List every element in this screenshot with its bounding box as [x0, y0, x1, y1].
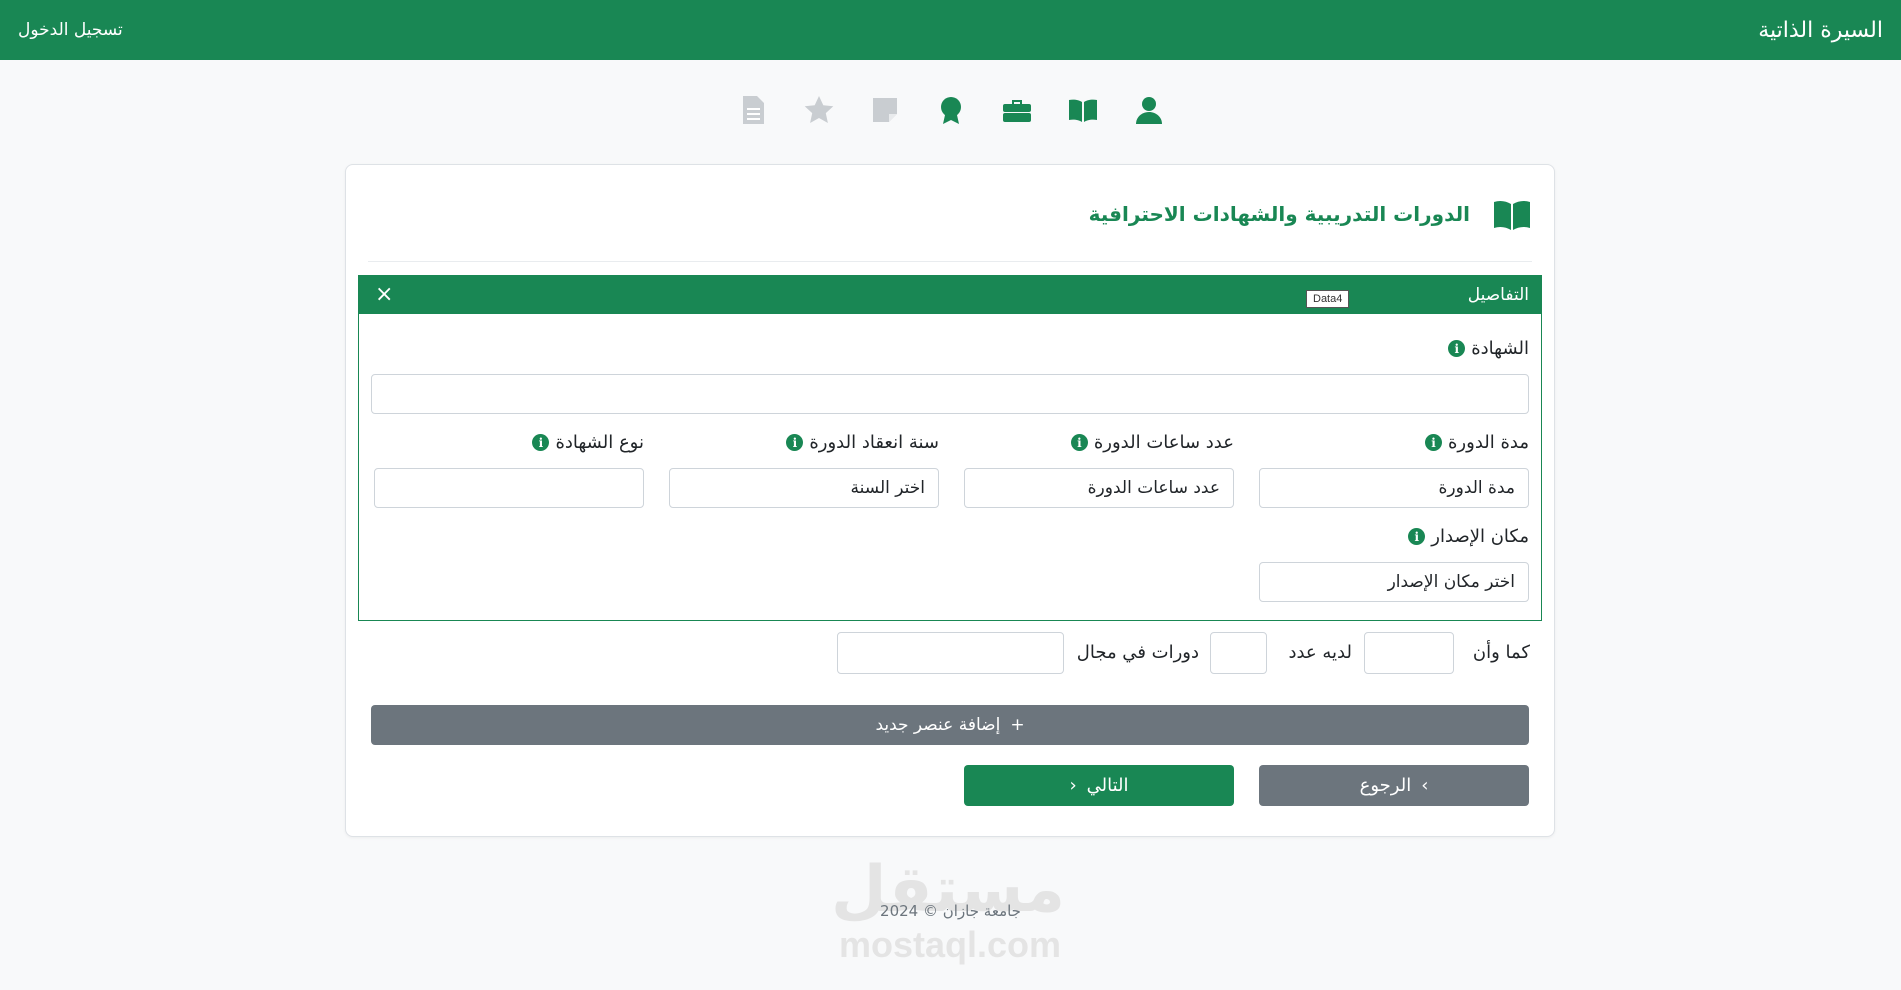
info-icon[interactable]: i: [1070, 434, 1088, 451]
duration-label-text: مدة الدورة: [1448, 432, 1529, 453]
duration-label: مدة الدورة i: [1425, 432, 1529, 453]
book-icon: [1068, 99, 1097, 122]
cert-type-label: نوع الشهادة i: [532, 432, 644, 453]
back-label: الرجوع: [1359, 775, 1412, 796]
login-link[interactable]: تسجيل الدخول: [18, 20, 123, 40]
certificate-badge-icon: [940, 97, 961, 124]
issue-place-label: مكان الإصدار i: [1408, 526, 1529, 547]
next-button[interactable]: التالي ‹: [964, 765, 1234, 806]
info-icon[interactable]: i: [1408, 528, 1426, 545]
cert-type-label-text: نوع الشهادة: [555, 432, 644, 453]
summary-text-3: دورات في مجال: [1076, 642, 1199, 663]
cert-type-input[interactable]: [374, 468, 644, 508]
step-education[interactable]: [1066, 93, 1100, 127]
document-icon: [742, 96, 764, 124]
add-item-label: إضافة عنصر جديد: [875, 715, 1001, 735]
step-certificates[interactable]: [934, 93, 968, 127]
watermark-latin: mostaql.com: [838, 924, 1062, 965]
step-experience[interactable]: [1000, 93, 1034, 127]
certificate-input[interactable]: [371, 374, 1529, 414]
step-personal[interactable]: [1132, 93, 1166, 127]
details-panel: التفاصيل × Data4 الشهادة i مدة الدورة i …: [358, 275, 1542, 621]
summary-input-1[interactable]: [1364, 632, 1454, 674]
add-item-button[interactable]: + إضافة عنصر جديد: [371, 705, 1529, 745]
top-navbar: السيرة الذاتية تسجيل الدخول: [0, 0, 1901, 60]
sticky-note-icon: [872, 98, 897, 122]
back-button[interactable]: › الرجوع: [1259, 765, 1529, 806]
issue-place-select[interactable]: اختر مكان الإصدار: [1259, 562, 1529, 602]
summary-count-input[interactable]: [1210, 632, 1267, 674]
info-icon[interactable]: i: [786, 434, 804, 451]
briefcase-icon: [1002, 100, 1031, 122]
duration-select[interactable]: مدة الدورة: [1259, 468, 1529, 508]
step-summary[interactable]: [736, 93, 770, 127]
chevron-left-icon: ‹: [1069, 775, 1077, 796]
step-skills[interactable]: [802, 93, 836, 127]
hours-select[interactable]: عدد ساعات الدورة: [964, 468, 1234, 508]
info-icon[interactable]: i: [1425, 434, 1442, 451]
header-divider: [368, 261, 1532, 262]
certificate-label-text: الشهادة: [1471, 338, 1529, 359]
section-title: الدورات التدريبية والشهادات الاحترافية: [1088, 202, 1470, 226]
panel-title: التفاصيل: [1467, 285, 1529, 305]
close-icon[interactable]: ×: [375, 284, 393, 306]
form-card: الدورات التدريبية والشهادات الاحترافية ا…: [345, 164, 1555, 837]
year-select[interactable]: اختر السنة: [669, 468, 939, 508]
star-icon: [804, 96, 833, 123]
footer-copyright: جامعة جازان © 2024: [880, 902, 1021, 920]
info-icon[interactable]: i: [532, 434, 550, 451]
step-notes[interactable]: [868, 93, 902, 127]
chevron-right-icon: ›: [1421, 775, 1429, 796]
next-label: التالي: [1086, 775, 1129, 796]
plus-icon: +: [1010, 715, 1025, 735]
app-brand[interactable]: السيرة الذاتية: [1758, 18, 1883, 43]
summary-row: كما وأن لديه عدد دورات في مجال: [346, 632, 1554, 674]
year-label-text: سنة انعقاد الدورة: [809, 432, 939, 453]
summary-text-1: كما وأن: [1472, 642, 1530, 663]
tooltip: Data4: [1306, 290, 1350, 308]
person-icon: [1135, 97, 1162, 124]
summary-text-2: لديه عدد: [1288, 642, 1352, 663]
summary-field-input[interactable]: [837, 632, 1064, 674]
issue-place-label-text: مكان الإصدار: [1431, 526, 1529, 547]
section-header: الدورات التدريبية والشهادات الاحترافية: [1089, 193, 1532, 235]
info-icon[interactable]: i: [1448, 340, 1466, 357]
hours-label: عدد ساعات الدورة i: [1070, 432, 1234, 453]
certificate-label: الشهادة i: [1448, 338, 1529, 359]
wizard-steps: [0, 88, 1901, 132]
year-label: سنة انعقاد الدورة i: [786, 432, 939, 453]
hours-label-text: عدد ساعات الدورة: [1093, 432, 1234, 453]
book-icon: [1494, 200, 1530, 230]
panel-header: التفاصيل × Data4: [359, 276, 1541, 314]
